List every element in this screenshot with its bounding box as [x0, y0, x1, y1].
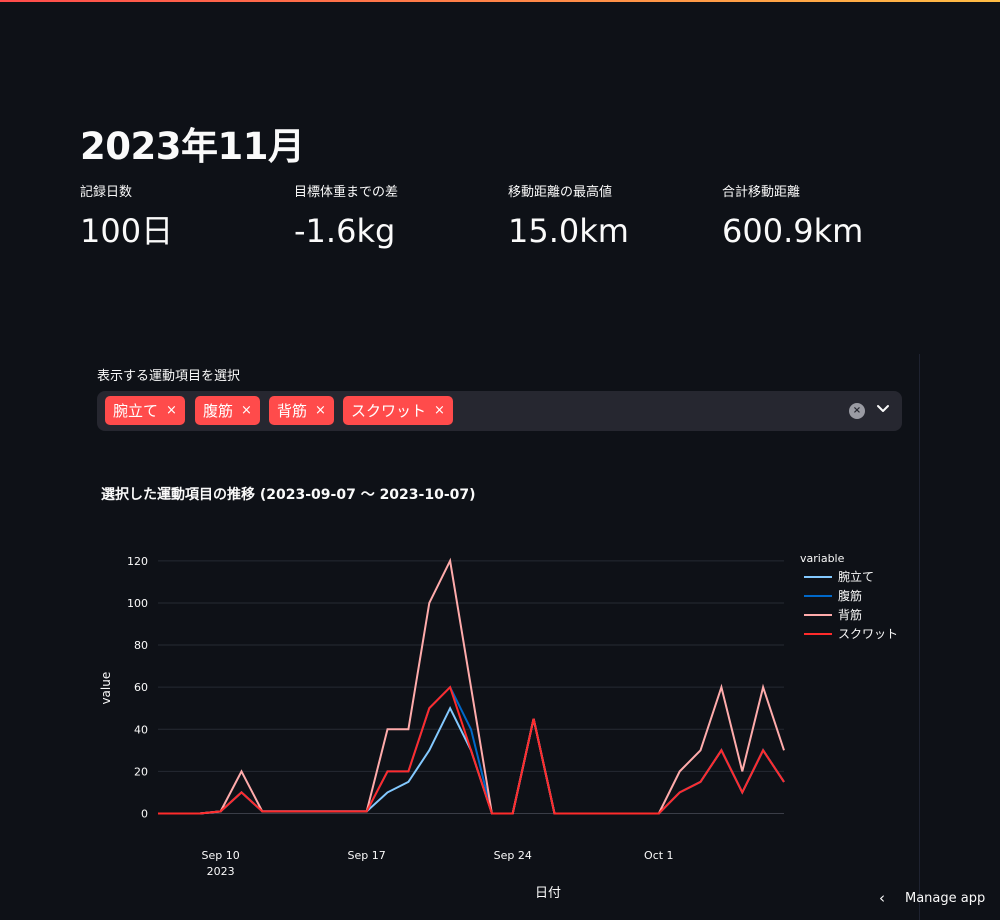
- metric-value: 600.9km: [722, 212, 864, 250]
- metric-label: 合計移動距離: [722, 185, 801, 200]
- y-tick-label: 120: [127, 555, 148, 568]
- metric-max-distance: 移動距離の最高値 15.0km: [508, 183, 718, 251]
- metric-value: 100日: [80, 212, 174, 250]
- exercise-panel: 表示する運動項目を選択 腕立て × 腹筋 × 背筋 × スクワット × × 選択…: [82, 354, 920, 920]
- metric-value: 15.0km: [508, 212, 629, 250]
- metric-record-days: 記録日数 100日: [80, 183, 290, 251]
- legend-title: variable: [800, 552, 845, 565]
- x-tick-sublabel: 2023: [207, 865, 235, 878]
- y-tick-label: 20: [134, 765, 148, 778]
- metric-total-distance: 合計移動距離 600.9km: [722, 183, 932, 251]
- metric-label: 移動距離の最高値: [508, 185, 613, 200]
- metric-label: 記録日数: [80, 185, 133, 200]
- legend-entry: 腹筋: [838, 588, 862, 603]
- x-axis-title: 日付: [535, 886, 561, 901]
- metrics-row: 記録日数 100日 目標体重までの差 -1.6kg 移動距離の最高値 15.0k…: [80, 183, 940, 263]
- metric-weight-diff: 目標体重までの差 -1.6kg: [294, 183, 504, 251]
- line-chart: 0 20 40 60 80 100 120 Sep 10 2023 Sep 17 Sep 24 Oct…: [99, 552, 898, 901]
- legend-entry: 腕立て: [838, 569, 874, 584]
- y-tick-label: 100: [127, 597, 148, 610]
- y-tick-label: 80: [134, 639, 148, 652]
- y-axis-title: value: [99, 672, 113, 705]
- manage-app-label: Manage app: [905, 890, 986, 906]
- page-title: 2023年11月: [80, 125, 305, 168]
- x-tick-label: Sep 10: [201, 849, 239, 862]
- manage-app-button[interactable]: ‹ Manage app: [870, 886, 1000, 910]
- y-tick-label: 60: [134, 681, 148, 694]
- metric-value: -1.6kg: [294, 212, 396, 250]
- header-decoration-bar: [0, 0, 1000, 2]
- x-tick-label: Oct 1: [644, 849, 674, 862]
- legend-entry: スクワット: [838, 627, 898, 641]
- y-tick-label: 40: [134, 723, 148, 736]
- series-line-3: [158, 685, 785, 815]
- y-tick-label: 0: [141, 807, 148, 820]
- legend-entry: 背筋: [838, 607, 862, 622]
- metric-label: 目標体重までの差: [294, 185, 399, 200]
- x-tick-label: Sep 17: [348, 849, 386, 862]
- chevron-left-icon: ‹: [879, 889, 885, 907]
- x-tick-label: Sep 24: [494, 849, 532, 862]
